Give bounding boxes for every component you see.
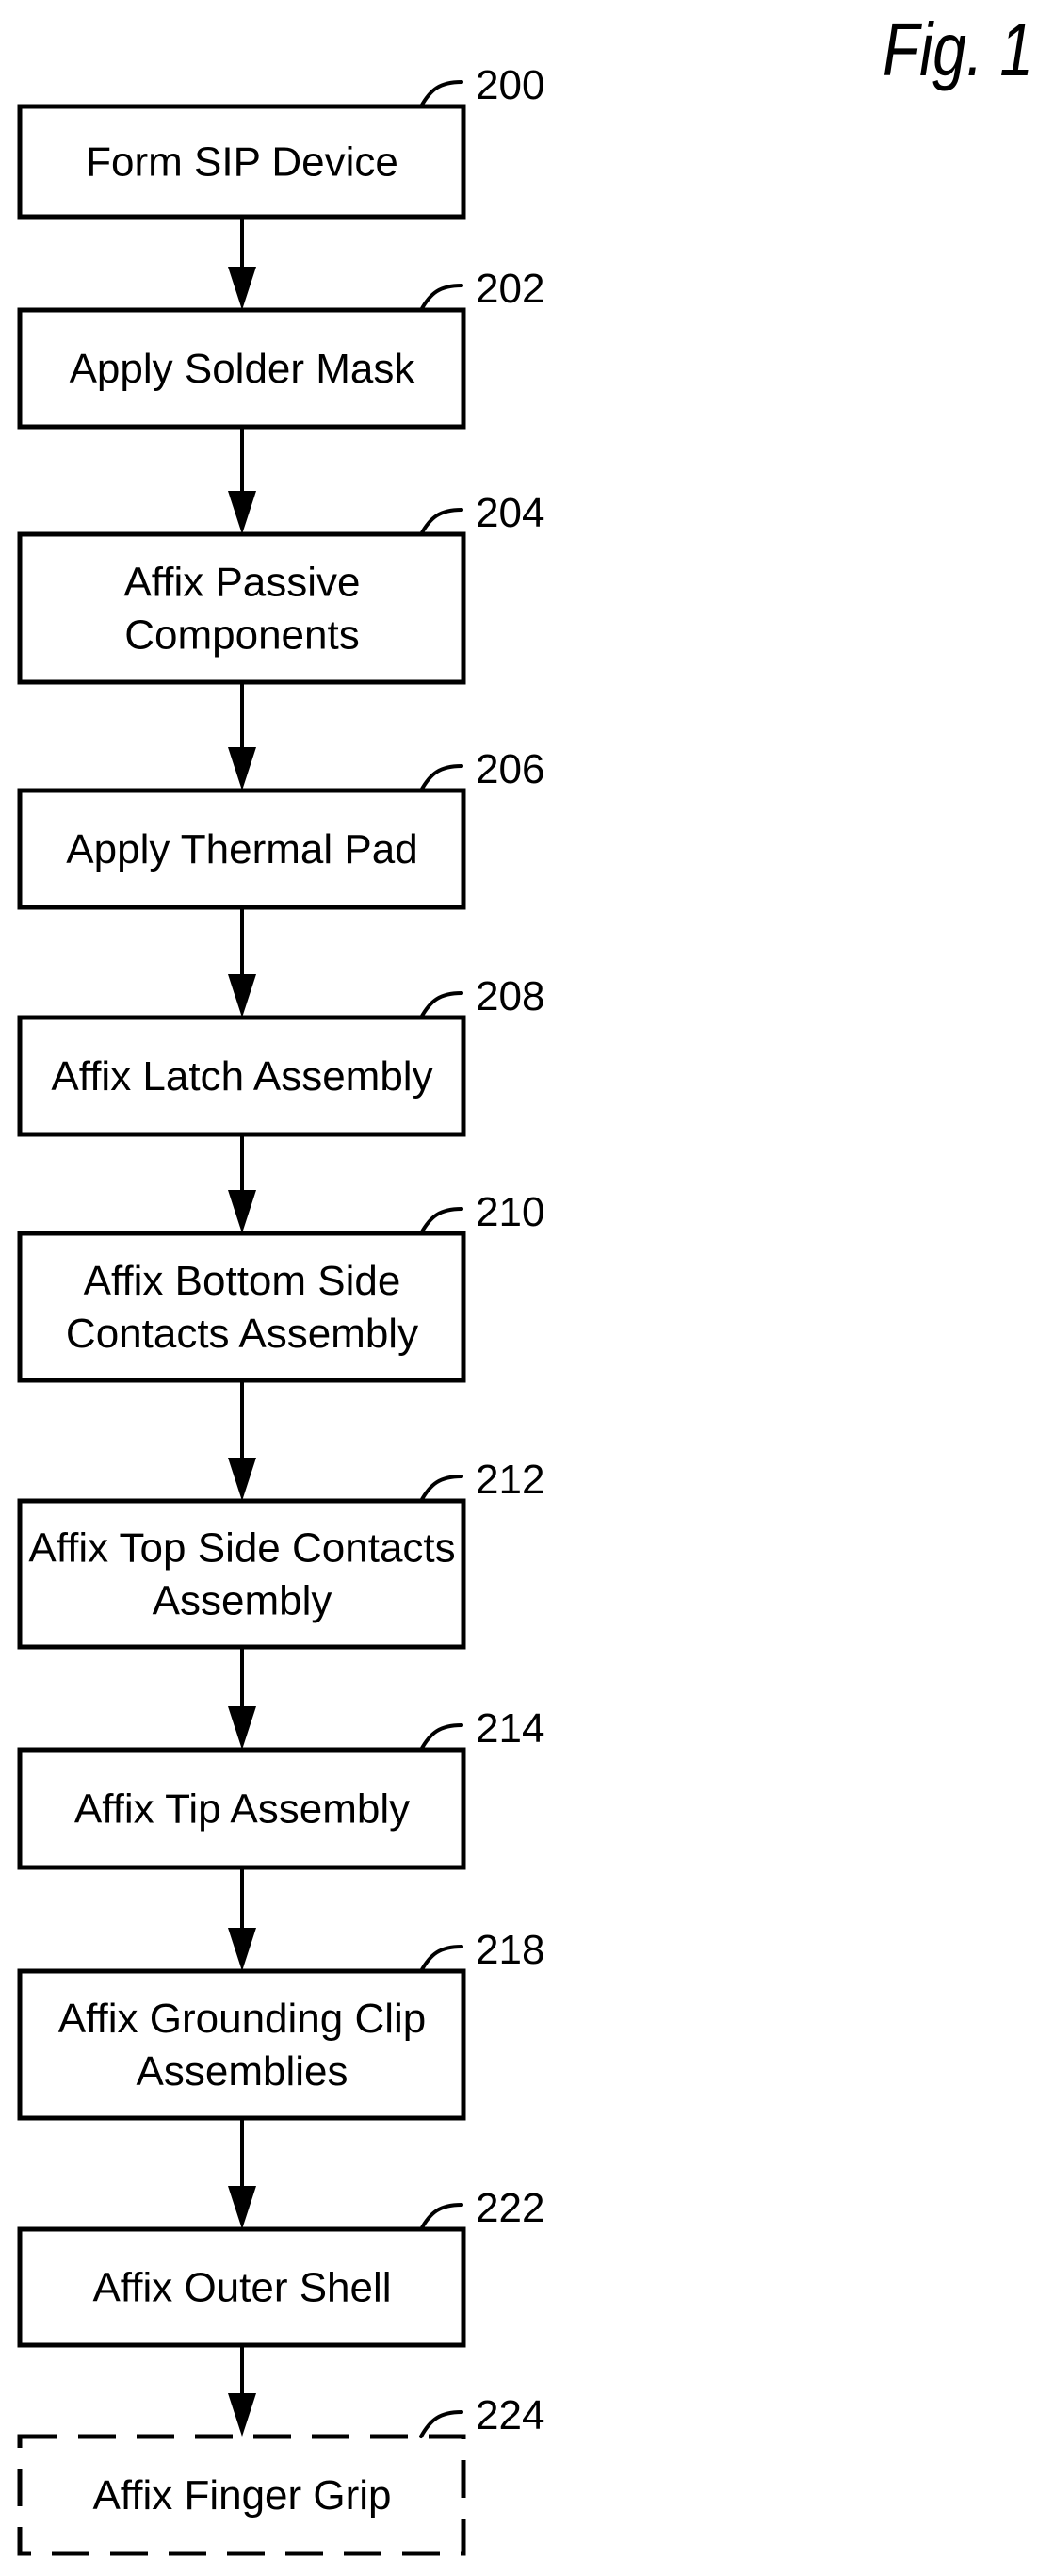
leader-line [419, 1945, 463, 1973]
reference-numeral: 200 [476, 62, 544, 108]
step-label: Affix Top Side Contacts [28, 1525, 455, 1572]
step-label: Affix Latch Assembly [51, 1053, 432, 1100]
figure-title: Fig. 1 [883, 8, 1033, 91]
leader-line [419, 2410, 463, 2438]
step-224: Affix Finger Grip 224 [17, 2392, 544, 2556]
step-label: Contacts Assembly [66, 1311, 418, 1357]
arrowhead-icon [228, 1928, 256, 1971]
reference-numeral: 218 [476, 1927, 544, 1973]
step-box [17, 1498, 466, 1650]
step-210: Affix Bottom Side Contacts Assembly 210 [17, 1189, 544, 1383]
step-label: Affix Grounding Clip [58, 1996, 427, 2042]
step-label: Affix Finger Grip [92, 2472, 391, 2519]
arrowhead-icon [228, 2393, 256, 2437]
reference-numeral: 212 [476, 1457, 544, 1503]
arrowhead-icon [228, 267, 256, 310]
step-208: Affix Latch Assembly 208 [17, 973, 544, 1137]
step-212: Affix Top Side Contacts Assembly 212 [17, 1457, 544, 1650]
step-label: Affix Bottom Side [84, 1258, 401, 1304]
leader-line [419, 80, 463, 108]
leader-line [419, 2203, 463, 2231]
step-label: Assembly [153, 1578, 332, 1624]
step-label: Form SIP Device [86, 139, 398, 186]
reference-numeral: 206 [476, 746, 544, 792]
step-206: Apply Thermal Pad 206 [17, 746, 544, 910]
step-label: Affix Passive [123, 560, 360, 606]
step-214: Affix Tip Assembly 214 [17, 1705, 544, 1870]
reference-numeral: 210 [476, 1189, 544, 1235]
arrowhead-icon [228, 1190, 256, 1233]
reference-numeral: 202 [476, 266, 544, 312]
step-204: Affix Passive Components 204 [17, 490, 544, 685]
arrowhead-icon [228, 1458, 256, 1501]
reference-numeral: 204 [476, 490, 544, 536]
leader-line [419, 284, 463, 312]
leader-line [419, 991, 463, 1019]
step-200: Form SIP Device 200 [17, 62, 544, 220]
arrowhead-icon [228, 747, 256, 791]
step-label: Apply Thermal Pad [66, 826, 417, 872]
arrowhead-icon [228, 491, 256, 534]
reference-numeral: 222 [476, 2185, 544, 2231]
leader-line [419, 1723, 463, 1752]
step-218: Affix Grounding Clip Assemblies 218 [17, 1927, 544, 2121]
flowchart: Fig. 1 Form SIP Device 200 Apply Solder Ma… [17, 8, 1033, 2556]
leader-line [419, 1207, 463, 1235]
step-label: Components [124, 612, 359, 659]
reference-numeral: 224 [476, 2392, 544, 2438]
leader-line [419, 508, 463, 536]
step-label: Assemblies [137, 2048, 349, 2095]
step-label: Affix Tip Assembly [74, 1786, 410, 1833]
reference-numeral: 214 [476, 1705, 544, 1752]
arrowhead-icon [228, 2186, 256, 2229]
step-box [17, 1968, 466, 2121]
step-box [17, 531, 466, 685]
step-label: Affix Outer Shell [92, 2265, 391, 2311]
step-222: Affix Outer Shell 222 [17, 2185, 544, 2348]
leader-line [419, 1475, 463, 1503]
step-box [17, 1231, 466, 1383]
reference-numeral: 208 [476, 973, 544, 1019]
leader-line [419, 764, 463, 792]
arrowhead-icon [228, 1706, 256, 1750]
arrowhead-icon [228, 974, 256, 1018]
step-label: Apply Solder Mask [70, 346, 416, 392]
step-202: Apply Solder Mask 202 [17, 266, 544, 430]
